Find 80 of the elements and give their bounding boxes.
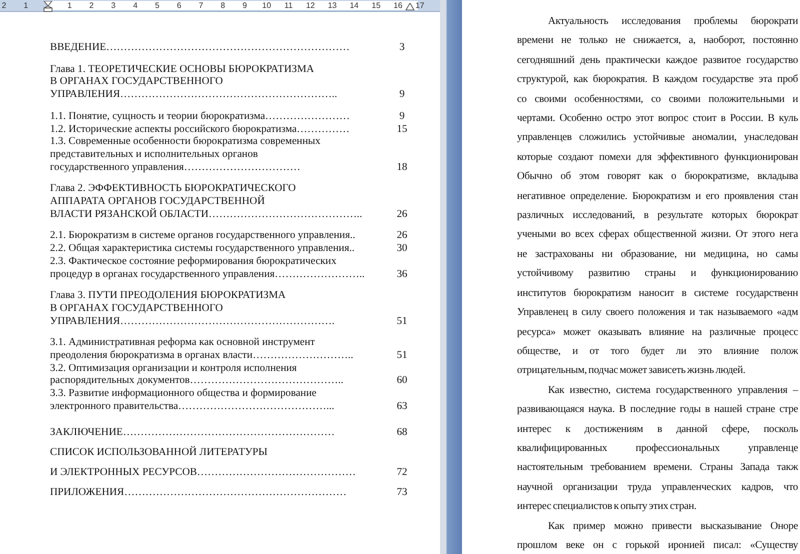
- text-line: различных исследований, в результате которых бюрократ: [517, 209, 798, 224]
- page-number: 18: [396, 162, 408, 174]
- toc-entry-title: ЗАКЛЮЧЕНИЕ……………………………………………………: [50, 426, 336, 440]
- ruler-number: 1: [67, 1, 72, 10]
- toc-entry-title: 3.3. Развитие информационного общества и формирование электронного правительства……………………………………...: [50, 388, 336, 414]
- toc-entry-title: ПРИЛОЖЕНИЯ………………………………………………………: [50, 486, 348, 500]
- toc-entry-title: 3.1. Административная реформа как основной инструмент преодоления бюрократизма в органах власти………………………..: [50, 337, 354, 363]
- ruler-number: 5: [154, 1, 160, 10]
- ruler-number: 10: [262, 1, 272, 10]
- page-number: 9: [398, 110, 406, 124]
- page-number: 72: [396, 466, 408, 480]
- page-number: 63: [396, 400, 408, 414]
- ruler-number: 17: [415, 1, 424, 10]
- ruler-number: 13: [328, 1, 337, 10]
- toc-entry-title: Глава 1. ТЕОРЕТИЧЕСКИЕ ОСНОВЫ БЮРОКРАТИЗМА В ОРГАНАХ ГОСУДАРСТВЕННОГО УПРАВЛЕНИЯ……………………………………………………..: [50, 64, 338, 102]
- toc-entry-title: 1.3. Современные особенности бюрократизма современных представительных и исполнительных органов государственного управления……………………………: [50, 136, 322, 174]
- ruler-number: 1: [24, 1, 28, 10]
- ruler-number: 8: [220, 1, 226, 10]
- page-number: 73: [396, 486, 408, 500]
- text-line: не застрахованы ни образование, ни медицина, но самы: [517, 248, 798, 262]
- text-line: времени не только не снижается, а, наоборот, постоянно: [517, 34, 798, 48]
- text-line: Как пример можно привести высказывание Оноре: [548, 520, 798, 534]
- indent-marker-icon[interactable]: [43, 1, 53, 12]
- text-line: научной организации труда управленческих кадров, что: [517, 480, 798, 495]
- text-line: обществе, и от того будет ли это влияние полож: [517, 344, 798, 359]
- toc-entry-title: 2.2. Общая характеристика системы государственного управления..: [50, 243, 356, 256]
- text-line: со своими особенностями, со своими положительными и: [517, 92, 798, 107]
- text-line: негативное определение. Бюрократизм и его проявления стан: [517, 190, 798, 204]
- ruler-number: 15: [372, 1, 381, 10]
- page-number: 30: [396, 243, 408, 256]
- page-number: 51: [396, 316, 408, 328]
- text-line: которые создают помехи для эффективного функционирован: [517, 150, 798, 165]
- text-line: интерес к достижениям в данной сфере, посколь: [517, 422, 798, 437]
- page-number: 26: [396, 208, 408, 222]
- toc-entry-title: ВВЕДЕНИЕ……………………………………………………………: [50, 42, 351, 55]
- ruler-number: 2: [2, 1, 6, 10]
- text-line: Обычно об этом говорят как о бюрократизме, вкладыва: [517, 170, 798, 184]
- text-line: структурой, как бюрократия. В каждом государстве эта проб: [517, 73, 798, 88]
- text-line: ресурса» может оказывать влияние на различные процесс: [517, 326, 798, 340]
- page-number: 68: [396, 426, 408, 440]
- text-line: Как известно, система государственного управления –: [548, 384, 798, 398]
- text-line: развивающаяся наука. В последние годы в нашей стране стре: [517, 403, 798, 418]
- toc-entry-title: 2.1. Бюрократизм в системе органов государственного управления..: [50, 230, 356, 244]
- ruler-number: 11: [284, 1, 293, 10]
- toc-entry-title: 2.3. Фактическое состояние реформирования бюрократических процедур в органах государственного управления……………………..: [50, 256, 366, 282]
- page-number: 3: [398, 42, 406, 55]
- text-line: институтов бюрократизм наносит в системе государственн: [517, 286, 798, 301]
- ruler-number: 9: [242, 1, 247, 10]
- toc-entry-title: СПИСОК ИСПОЛЬЗОВАННОЙ ЛИТЕРАТУРЫ И ЭЛЕКТРОННЫХ РЕСУРСОВ………………………………………: [50, 445, 357, 480]
- toc-entry-title: 1.2. Исторические аспекты российского бюрократизма……………: [50, 124, 351, 136]
- text-line: прошлом веке он с горькой иронией писал: «Существу: [517, 538, 798, 553]
- ruler-number: 14: [350, 1, 359, 10]
- ruler-number: 3: [111, 1, 116, 10]
- page-number: 60: [396, 375, 408, 388]
- page-number: 36: [396, 268, 408, 282]
- page-number: 9: [398, 89, 406, 102]
- ruler-number: 4: [133, 1, 138, 10]
- toc-entry-title: Глава 2. ЭФФЕКТИВНОСТЬ БЮРОКРАТИЧЕСКОГО АППАРАТА ОРГАНОВ ГОСУДАРСТВЕННОЙ ВЛАСТИ РЯЗАНСКОЙ ОБЛАСТИ……………………………………..: [50, 183, 364, 222]
- text-line: сегодняшний день практически каждое развитое государство: [517, 54, 798, 68]
- text-line: учеными во всех сферах общественной жизни. От этого нега: [517, 228, 798, 242]
- text-line: Управленец в силу своего положения и так называемого «адм: [517, 306, 798, 320]
- ruler-number: 16: [394, 1, 402, 10]
- toc-entry-title: 1.1. Понятие, сущность и теории бюрократизма……………………: [50, 110, 351, 124]
- page-number: 51: [396, 350, 408, 363]
- ruler-number: 7: [198, 1, 204, 10]
- ruler-number: 12: [306, 1, 315, 10]
- text-line: управленцев сложились устойчивые аномалии, унаследован: [517, 131, 798, 146]
- text-line: чертами. Особенно остро этот вопрос стоит в России. В куль: [517, 112, 798, 126]
- page-number: 26: [396, 230, 408, 244]
- text-line: Актуальность исследования проблемы бюрократи: [548, 15, 798, 29]
- text-line: настоятельным требованием времени. Страны Запада такж: [517, 461, 798, 476]
- text-line: устойчивому развитию страны и функционированию: [517, 267, 798, 282]
- toc-entry-title: 3.2. Оптимизация организации и контроля исполнения распорядительных документов……………………………………..: [50, 362, 344, 388]
- text-line: интерес специалистов к опыту этих стран.: [517, 500, 698, 514]
- page-number: 15: [396, 124, 408, 136]
- toc-entry-title: Глава 3. ПУТИ ПРЕОДОЛЕНИЯ БЮРОКРАТИЗМА В ОРГАНАХ ГОСУДАРСТВЕННОГО УПРАВЛЕНИЯ…………………………………………………….: [50, 290, 336, 328]
- text-line: отрицательным, подчас может зависеть жизнь людей.: [517, 364, 746, 378]
- text-line: квалифицированных профессиональных управленце: [517, 442, 798, 456]
- ruler-number: 2: [89, 1, 94, 10]
- ruler-number: 6: [176, 1, 182, 10]
